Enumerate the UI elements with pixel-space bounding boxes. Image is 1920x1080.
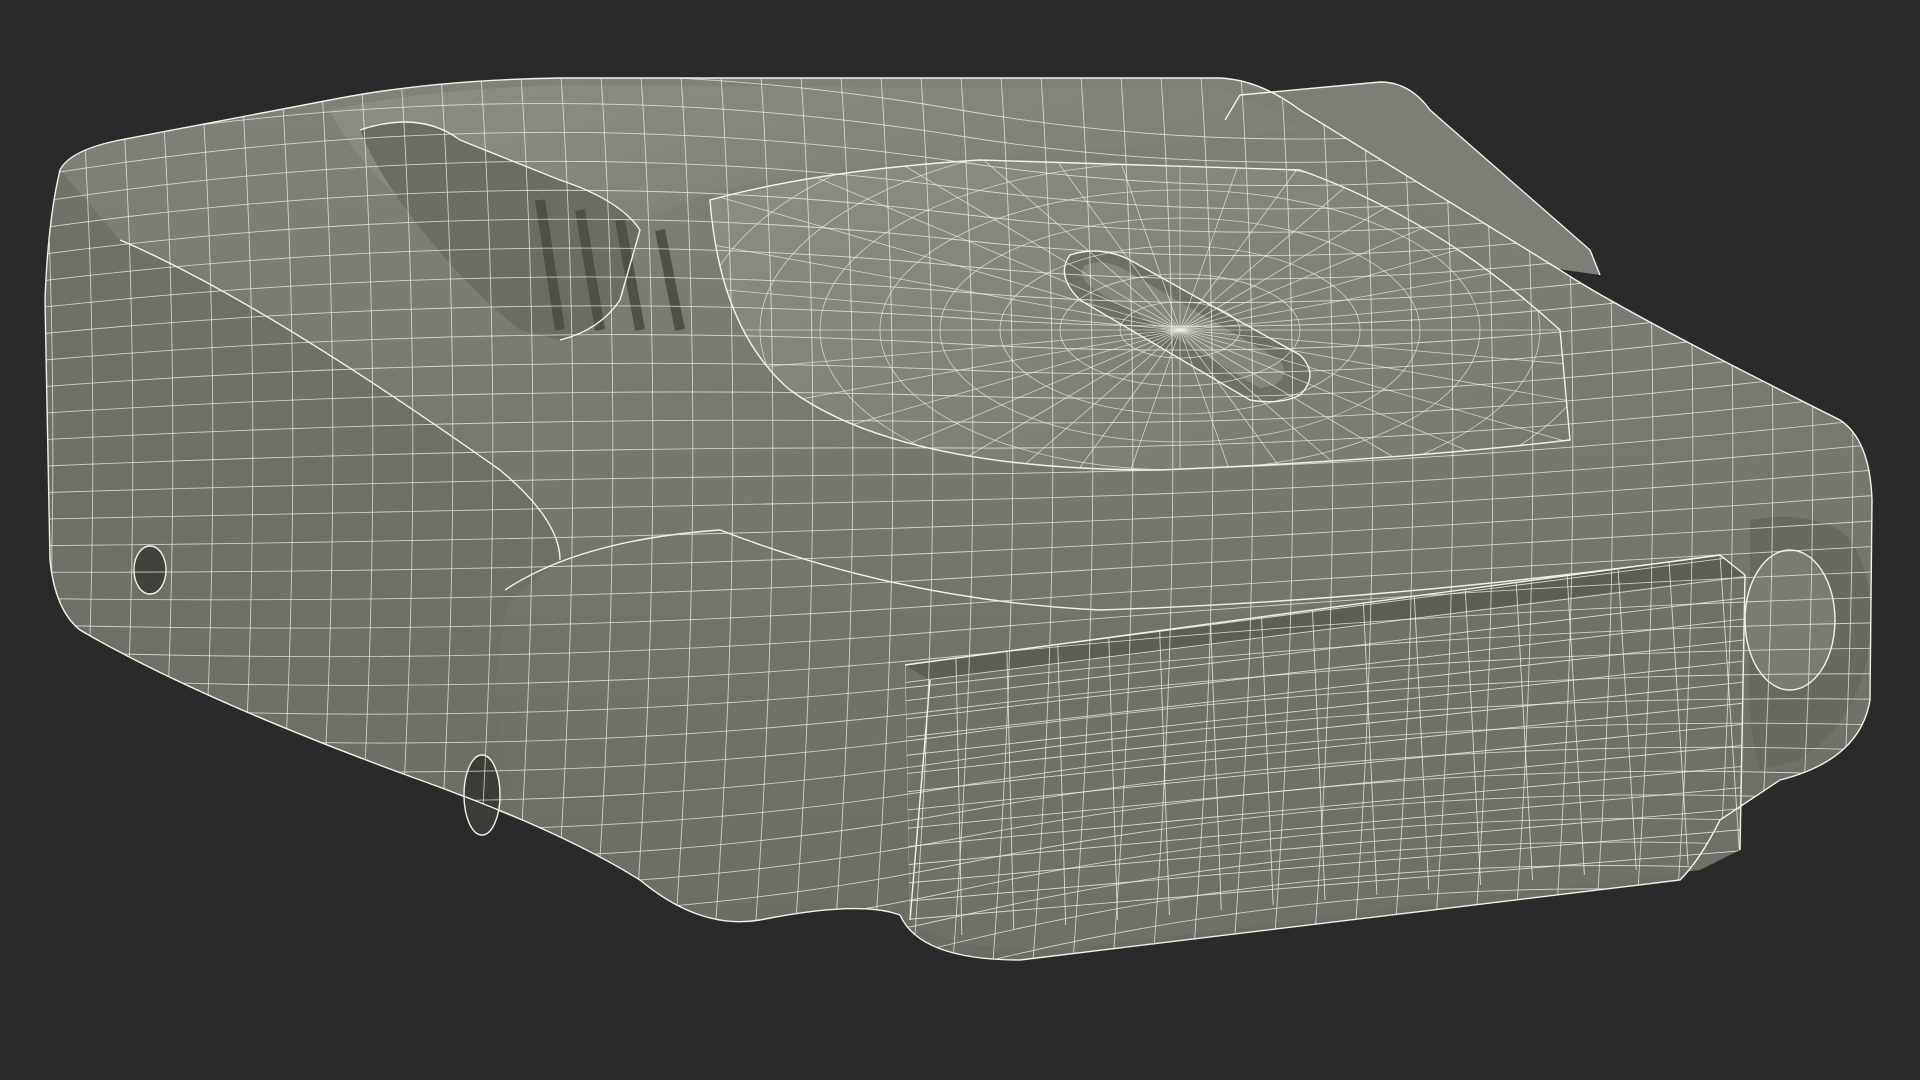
- wireframe-render: [44, 77, 1873, 961]
- render-viewport: [0, 0, 1920, 1080]
